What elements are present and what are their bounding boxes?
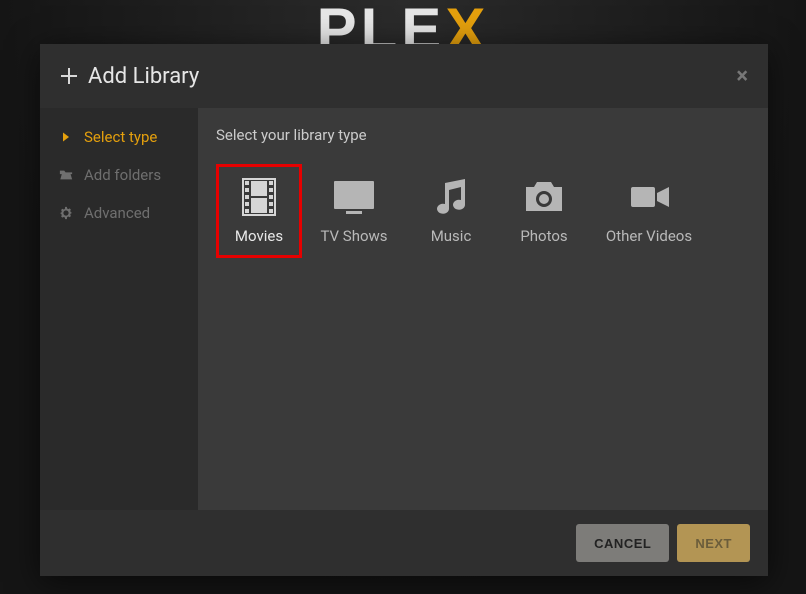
sidebar-item-label: Select type [84, 128, 157, 146]
tv-icon [332, 177, 376, 217]
content-heading: Select your library type [216, 126, 750, 144]
next-button[interactable]: NEXT [677, 524, 750, 562]
sidebar-item-add-folders[interactable]: Add folders [40, 156, 198, 194]
sidebar-item-advanced[interactable]: Advanced [40, 194, 198, 232]
triangle-right-icon [58, 129, 74, 145]
cancel-button[interactable]: CANCEL [576, 524, 669, 562]
type-item-label: Music [431, 227, 472, 245]
library-type-grid: Movies TV Shows [216, 164, 750, 258]
sidebar-item-label: Add folders [84, 166, 161, 184]
film-icon [237, 177, 281, 217]
type-item-label: Movies [235, 227, 283, 245]
sidebar-item-label: Advanced [84, 204, 150, 222]
video-camera-icon [627, 177, 671, 217]
music-note-icon [429, 177, 473, 217]
modal-title: Add Library [88, 64, 199, 89]
type-item-music[interactable]: Music [406, 164, 496, 258]
camera-icon [522, 177, 566, 217]
folder-open-icon [58, 167, 74, 183]
close-icon[interactable]: × [736, 64, 748, 89]
type-item-label: Photos [520, 227, 567, 245]
modal-content: Select your library type Movies [198, 108, 768, 510]
type-item-movies[interactable]: Movies [216, 164, 302, 258]
modal-sidebar: Select type Add folders Advanced [40, 108, 198, 510]
plus-icon [60, 67, 78, 85]
modal-header: Add Library × [40, 44, 768, 108]
type-item-photos[interactable]: Photos [498, 164, 590, 258]
modal-footer: CANCEL NEXT [40, 510, 768, 576]
sidebar-item-select-type[interactable]: Select type [40, 118, 198, 156]
type-item-label: TV Shows [320, 227, 387, 245]
add-library-modal: Add Library × Select type Add folders [40, 44, 768, 576]
gear-icon [58, 205, 74, 221]
type-item-other-videos[interactable]: Other Videos [592, 164, 706, 258]
type-item-label: Other Videos [606, 227, 692, 245]
type-item-tv-shows[interactable]: TV Shows [304, 164, 404, 258]
